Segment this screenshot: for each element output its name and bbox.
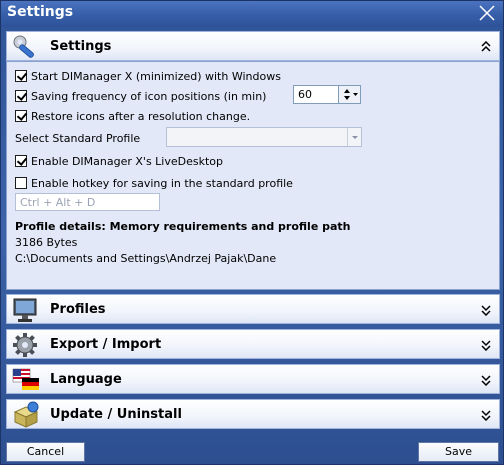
wrench-icon: [11, 33, 41, 61]
gear-icon: [11, 331, 41, 359]
restore-icons-label: Restore icons after a resolution change.: [31, 109, 251, 123]
chevron-down-icon[interactable]: [481, 374, 491, 387]
profile-path: C:\Documents and Settings\Andrzej Pajak\…: [15, 252, 277, 265]
standard-profile-label: Select Standard Profile: [15, 131, 141, 145]
title-bar: Settings: [1, 1, 503, 27]
standard-profile-select[interactable]: [166, 127, 362, 147]
hotkey-checkbox[interactable]: [15, 177, 27, 189]
chevron-down-icon[interactable]: [481, 409, 491, 422]
standard-profile-row: Select Standard Profile: [15, 130, 140, 146]
section-label-profiles: Profiles: [50, 302, 106, 317]
chevron-down-icon[interactable]: [347, 128, 361, 146]
start-minimized-checkbox[interactable]: [15, 70, 27, 82]
chevron-down-icon[interactable]: [481, 304, 491, 317]
section-label-settings: Settings: [50, 39, 112, 54]
restore-icons-checkbox[interactable]: [15, 110, 27, 122]
package-icon: [11, 401, 41, 429]
profile-details-title: Profile details: Memory requirements and…: [15, 220, 351, 233]
start-minimized-label: Start DIManager X (minimized) with Windo…: [31, 69, 281, 83]
window-title: Settings: [7, 4, 74, 20]
hotkey-label: Enable hotkey for saving in the standard…: [31, 176, 293, 190]
livedesktop-checkbox[interactable]: [15, 155, 27, 167]
section-header-export-import[interactable]: Export / Import: [6, 329, 500, 359]
option-hotkey[interactable]: Enable hotkey for saving in the standard…: [15, 175, 293, 191]
chevron-down-icon[interactable]: [481, 339, 491, 352]
saving-frequency-value[interactable]: 60: [298, 88, 312, 101]
section-header-update-uninstall[interactable]: Update / Uninstall: [6, 399, 500, 429]
option-livedesktop[interactable]: Enable DIManager X's LiveDesktop: [15, 153, 223, 169]
option-start-minimized[interactable]: Start DIManager X (minimized) with Windo…: [15, 68, 281, 84]
settings-window: Settings Settings Start DIManager X (min…: [0, 0, 504, 465]
option-restore-icons[interactable]: Restore icons after a resolution change.: [15, 108, 250, 124]
save-button[interactable]: Save: [418, 442, 499, 462]
option-saving-frequency[interactable]: Saving frequency of icon positions (in m…: [15, 88, 266, 104]
stepper-arrows[interactable]: [338, 86, 360, 103]
section-label-export-import: Export / Import: [50, 337, 162, 352]
saving-frequency-checkbox[interactable]: [15, 90, 27, 102]
close-icon[interactable]: [477, 3, 497, 23]
chevron-up-icon[interactable]: [481, 40, 491, 53]
section-header-language[interactable]: Language: [6, 364, 500, 394]
saving-frequency-stepper[interactable]: 60: [293, 85, 361, 104]
saving-frequency-label: Saving frequency of icon positions (in m…: [31, 89, 267, 103]
cancel-button[interactable]: Cancel: [6, 442, 85, 462]
section-header-profiles[interactable]: Profiles: [6, 294, 500, 324]
hotkey-placeholder: Ctrl + Alt + D: [20, 196, 96, 209]
livedesktop-label: Enable DIManager X's LiveDesktop: [31, 154, 224, 168]
section-header-settings[interactable]: Settings: [6, 31, 500, 61]
hotkey-input[interactable]: Ctrl + Alt + D: [15, 193, 160, 211]
monitor-icon: [11, 296, 41, 324]
flags-icon: [11, 366, 41, 394]
profile-size: 3186 Bytes: [15, 236, 78, 249]
section-label-language: Language: [50, 372, 122, 387]
section-label-update-uninstall: Update / Uninstall: [50, 407, 182, 422]
